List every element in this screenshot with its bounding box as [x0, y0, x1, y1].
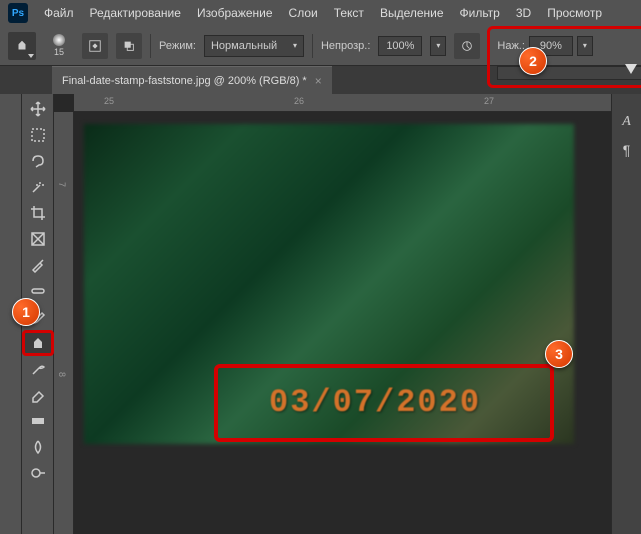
opacity-label: Непрозр.:: [321, 40, 370, 52]
eraser-tool-icon[interactable]: [22, 382, 54, 408]
crop-tool-icon[interactable]: [22, 200, 54, 226]
character-panel-icon[interactable]: A: [622, 114, 631, 130]
tool-preset-picker[interactable]: [8, 32, 36, 60]
menu-view[interactable]: Просмотр: [547, 6, 602, 20]
brush-preset-picker[interactable]: 15: [44, 31, 74, 61]
horizontal-ruler: 25 26 27: [74, 94, 611, 112]
flow-dropdown-icon[interactable]: ▾: [577, 36, 593, 56]
vertical-ruler: 7 8: [54, 112, 74, 534]
menu-image[interactable]: Изображение: [197, 6, 273, 20]
marquee-tool-icon[interactable]: [22, 122, 54, 148]
brush-settings-icon[interactable]: [82, 33, 108, 59]
flow-control-group: Наж.: 90% ▾: [497, 36, 593, 56]
paragraph-panel-icon[interactable]: ¶: [623, 142, 631, 158]
magic-wand-tool-icon[interactable]: [22, 174, 54, 200]
eyedropper-tool-icon[interactable]: [22, 252, 54, 278]
flow-slider[interactable]: [497, 66, 641, 80]
lasso-tool-icon[interactable]: [22, 148, 54, 174]
opacity-value[interactable]: 100%: [378, 36, 422, 56]
flow-slider-handle[interactable]: [625, 64, 637, 74]
dodge-tool-icon[interactable]: [22, 460, 54, 486]
tab-close-icon[interactable]: ×: [315, 74, 322, 88]
clone-stamp-tool-icon[interactable]: [22, 330, 54, 356]
menubar: Ps Файл Редактирование Изображение Слои …: [0, 0, 641, 26]
ps-logo-icon: Ps: [8, 3, 28, 23]
callout-2: 2: [519, 47, 547, 75]
menu-select[interactable]: Выделение: [380, 6, 444, 20]
clone-source-icon[interactable]: [116, 33, 142, 59]
canvas-area: 25 26 27 7 8 03/07/2020: [54, 94, 611, 534]
pressure-opacity-icon[interactable]: [454, 33, 480, 59]
frame-tool-icon[interactable]: [22, 226, 54, 252]
opacity-dropdown-icon[interactable]: ▾: [430, 36, 446, 56]
date-stamp-text: 03/07/2020: [269, 384, 481, 421]
menu-filter[interactable]: Фильтр: [460, 6, 500, 20]
callout-1: 1: [12, 298, 40, 326]
menu-layer[interactable]: Слои: [289, 6, 318, 20]
brush-size-value: 15: [54, 47, 64, 57]
blend-mode-dropdown[interactable]: Нормальный: [204, 35, 304, 57]
menu-edit[interactable]: Редактирование: [90, 6, 181, 20]
blur-tool-icon[interactable]: [22, 434, 54, 460]
document-tab-title: Final-date-stamp-faststone.jpg @ 200% (R…: [62, 75, 307, 87]
document-tab[interactable]: Final-date-stamp-faststone.jpg @ 200% (R…: [52, 66, 332, 94]
mode-label: Режим:: [159, 40, 196, 52]
menu-file[interactable]: Файл: [44, 6, 74, 20]
callout-3: 3: [545, 340, 573, 368]
gradient-tool-icon[interactable]: [22, 408, 54, 434]
right-panel-dock: A ¶: [611, 94, 641, 534]
move-tool-icon[interactable]: [22, 96, 54, 122]
menu-type[interactable]: Текст: [334, 6, 364, 20]
history-brush-tool-icon[interactable]: [22, 356, 54, 382]
menu-3d[interactable]: 3D: [516, 6, 531, 20]
flow-label: Наж.:: [497, 40, 525, 52]
